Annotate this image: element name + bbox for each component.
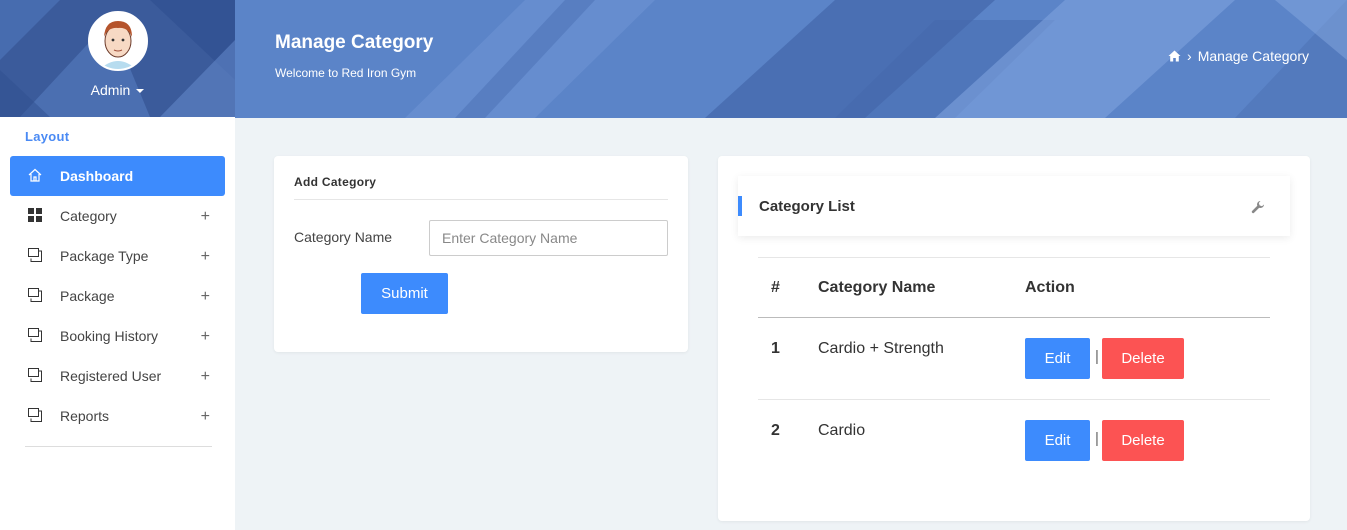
add-category-card: Add Category Category Name Submit — [274, 156, 688, 352]
expand-plus-icon[interactable]: + — [201, 248, 210, 266]
expand-plus-icon[interactable]: + — [201, 408, 210, 426]
column-header-action: Action — [1025, 279, 1075, 296]
page-title: Manage Category — [275, 32, 434, 53]
sidebar-divider — [25, 446, 212, 447]
page-header: Manage Category Welcome to Red Iron Gym … — [235, 0, 1347, 118]
sidebar-item-dashboard[interactable]: Dashboard — [10, 156, 225, 196]
breadcrumb-current: Manage Category — [1197, 48, 1309, 64]
avatar-face-icon — [90, 13, 146, 69]
sidebar-item-label: Registered User — [60, 368, 162, 384]
breadcrumb-separator: › — [1187, 48, 1192, 64]
row-category-name: Cardio + Strength — [818, 340, 944, 357]
sidebar-item-package-type[interactable]: Package Type + — [10, 236, 225, 276]
add-category-title: Add Category — [294, 175, 377, 189]
expand-plus-icon[interactable]: + — [201, 208, 210, 226]
profile-name: Admin — [90, 82, 131, 98]
sidebar: Admin Layout Dashboard Category + Packag… — [0, 0, 235, 530]
caret-down-icon — [136, 89, 145, 94]
category-list-card: Category List # Category Name Action 1 C… — [718, 156, 1310, 521]
sidebar-item-reports[interactable]: Reports + — [10, 396, 225, 436]
sidebar-item-label: Booking History — [60, 328, 159, 344]
category-list-title: Category List — [759, 198, 855, 215]
breadcrumb: › Manage Category — [1168, 48, 1309, 64]
window-icon — [28, 328, 42, 342]
delete-button[interactable]: Delete — [1102, 338, 1184, 379]
sidebar-item-label: Package — [60, 288, 115, 304]
row-category-name: Cardio — [818, 422, 866, 439]
window-icon — [28, 368, 42, 382]
home-icon — [28, 168, 42, 182]
grid-icon — [28, 208, 42, 222]
sidebar-item-label: Category — [60, 208, 117, 224]
sidebar-nav: Dashboard Category + Package Type + Pack… — [10, 156, 225, 436]
category-list-header: Category List — [738, 176, 1290, 236]
submit-button[interactable]: Submit — [361, 273, 448, 314]
row-number: 1 — [771, 340, 780, 357]
expand-plus-icon[interactable]: + — [201, 368, 210, 386]
edit-button[interactable]: Edit — [1025, 420, 1090, 461]
action-separator: | — [1095, 430, 1099, 447]
window-icon — [28, 248, 42, 262]
category-name-label: Category Name — [294, 229, 393, 245]
edit-button[interactable]: Edit — [1025, 338, 1090, 379]
accent-bar — [738, 196, 742, 216]
sidebar-item-registered-user[interactable]: Registered User + — [10, 356, 225, 396]
action-separator: | — [1095, 348, 1099, 365]
avatar[interactable] — [88, 11, 148, 71]
delete-button[interactable]: Delete — [1102, 420, 1184, 461]
sidebar-section-title: Layout — [25, 129, 70, 144]
sidebar-item-booking-history[interactable]: Booking History + — [10, 316, 225, 356]
table-row: 2 Cardio Edit | Delete — [758, 400, 1270, 482]
column-header-number: # — [771, 279, 780, 296]
sidebar-item-category[interactable]: Category + — [10, 196, 225, 236]
table-top-border — [758, 257, 1270, 258]
home-icon[interactable] — [1168, 50, 1181, 62]
sidebar-item-label: Dashboard — [60, 168, 134, 184]
column-header-category-name: Category Name — [818, 279, 936, 296]
sidebar-item-package[interactable]: Package + — [10, 276, 225, 316]
profile-menu-toggle[interactable]: Admin — [0, 82, 235, 98]
expand-plus-icon[interactable]: + — [201, 288, 210, 306]
row-number: 2 — [771, 422, 780, 439]
card-divider — [294, 199, 668, 200]
wrench-icon[interactable] — [1251, 200, 1265, 214]
window-icon — [28, 408, 42, 422]
expand-plus-icon[interactable]: + — [201, 328, 210, 346]
table-row: 1 Cardio + Strength Edit | Delete — [758, 318, 1270, 400]
category-name-input[interactable] — [429, 220, 668, 256]
window-icon — [28, 288, 42, 302]
sidebar-item-label: Reports — [60, 408, 110, 424]
page-subtitle: Welcome to Red Iron Gym — [275, 66, 417, 80]
sidebar-item-label: Package Type — [60, 248, 149, 264]
profile-panel: Admin — [0, 0, 235, 117]
